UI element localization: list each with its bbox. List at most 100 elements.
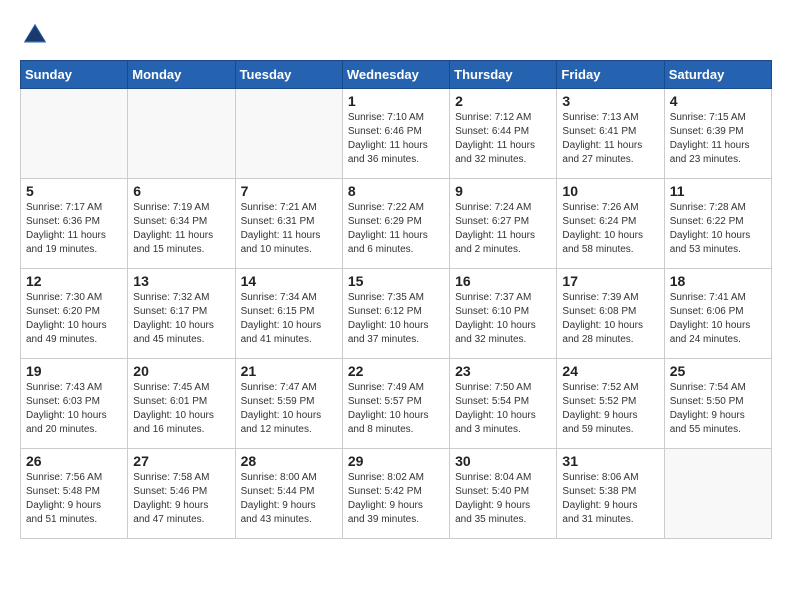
logo	[20, 20, 54, 50]
col-header-monday: Monday	[128, 61, 235, 89]
day-cell: 2 Sunrise: 7:12 AM Sunset: 6:44 PM Daylig…	[450, 89, 557, 179]
day-cell: 27 Sunrise: 7:58 AM Sunset: 5:46 PM Dayli…	[128, 449, 235, 539]
day-cell: 5 Sunrise: 7:17 AM Sunset: 6:36 PM Daylig…	[21, 179, 128, 269]
day-info: Sunrise: 7:34 AM Sunset: 6:15 PM Dayligh…	[241, 291, 337, 347]
day-number: 19	[26, 363, 122, 379]
day-info: Sunrise: 7:24 AM Sunset: 6:27 PM Dayligh…	[455, 201, 551, 257]
day-number: 14	[241, 273, 337, 289]
logo-icon	[20, 20, 50, 50]
day-cell: 24 Sunrise: 7:52 AM Sunset: 5:52 PM Dayli…	[557, 359, 664, 449]
day-cell: 3 Sunrise: 7:13 AM Sunset: 6:41 PM Daylig…	[557, 89, 664, 179]
day-info: Sunrise: 7:28 AM Sunset: 6:22 PM Dayligh…	[670, 201, 766, 257]
day-info: Sunrise: 7:45 AM Sunset: 6:01 PM Dayligh…	[133, 381, 229, 437]
day-cell	[128, 89, 235, 179]
day-cell: 31 Sunrise: 8:06 AM Sunset: 5:38 PM Dayli…	[557, 449, 664, 539]
day-number: 31	[562, 453, 658, 469]
day-cell	[21, 89, 128, 179]
day-info: Sunrise: 7:22 AM Sunset: 6:29 PM Dayligh…	[348, 201, 444, 257]
day-cell: 12 Sunrise: 7:30 AM Sunset: 6:20 PM Dayli…	[21, 269, 128, 359]
calendar-table: SundayMondayTuesdayWednesdayThursdayFrid…	[20, 60, 772, 539]
day-number: 20	[133, 363, 229, 379]
day-cell: 4Sunrise: 7:15 AM Sunset: 6:39 PM Daylig…	[664, 89, 771, 179]
day-info: Sunrise: 7:41 AM Sunset: 6:06 PM Dayligh…	[670, 291, 766, 347]
day-number: 26	[26, 453, 122, 469]
day-info: Sunrise: 8:04 AM Sunset: 5:40 PM Dayligh…	[455, 471, 551, 527]
day-info: Sunrise: 7:58 AM Sunset: 5:46 PM Dayligh…	[133, 471, 229, 527]
col-header-saturday: Saturday	[664, 61, 771, 89]
day-cell: 9 Sunrise: 7:24 AM Sunset: 6:27 PM Daylig…	[450, 179, 557, 269]
day-number: 30	[455, 453, 551, 469]
day-number: 27	[133, 453, 229, 469]
day-cell: 13Sunrise: 7:32 AM Sunset: 6:17 PM Dayli…	[128, 269, 235, 359]
day-info: Sunrise: 7:47 AM Sunset: 5:59 PM Dayligh…	[241, 381, 337, 437]
day-info: Sunrise: 7:13 AM Sunset: 6:41 PM Dayligh…	[562, 111, 658, 167]
day-number: 25	[670, 363, 766, 379]
day-cell: 17 Sunrise: 7:39 AM Sunset: 6:08 PM Dayli…	[557, 269, 664, 359]
col-header-sunday: Sunday	[21, 61, 128, 89]
day-info: Sunrise: 7:30 AM Sunset: 6:20 PM Dayligh…	[26, 291, 122, 347]
day-info: Sunrise: 8:06 AM Sunset: 5:38 PM Dayligh…	[562, 471, 658, 527]
day-cell	[235, 89, 342, 179]
col-header-friday: Friday	[557, 61, 664, 89]
day-info: Sunrise: 7:49 AM Sunset: 5:57 PM Dayligh…	[348, 381, 444, 437]
day-number: 11	[670, 183, 766, 199]
day-info: Sunrise: 7:50 AM Sunset: 5:54 PM Dayligh…	[455, 381, 551, 437]
day-number: 13	[133, 273, 229, 289]
day-cell: 7Sunrise: 7:21 AM Sunset: 6:31 PM Daylig…	[235, 179, 342, 269]
day-cell: 15 Sunrise: 7:35 AM Sunset: 6:12 PM Dayli…	[342, 269, 449, 359]
day-number: 10	[562, 183, 658, 199]
day-cell: 19 Sunrise: 7:43 AM Sunset: 6:03 PM Dayli…	[21, 359, 128, 449]
day-number: 18	[670, 273, 766, 289]
day-number: 23	[455, 363, 551, 379]
day-number: 9	[455, 183, 551, 199]
day-number: 3	[562, 93, 658, 109]
col-header-tuesday: Tuesday	[235, 61, 342, 89]
day-info: Sunrise: 7:19 AM Sunset: 6:34 PM Dayligh…	[133, 201, 229, 257]
day-number: 24	[562, 363, 658, 379]
header-row: SundayMondayTuesdayWednesdayThursdayFrid…	[21, 61, 772, 89]
day-info: Sunrise: 7:52 AM Sunset: 5:52 PM Dayligh…	[562, 381, 658, 437]
week-row-5: 26 Sunrise: 7:56 AM Sunset: 5:48 PM Dayli…	[21, 449, 772, 539]
day-cell: 6 Sunrise: 7:19 AM Sunset: 6:34 PM Daylig…	[128, 179, 235, 269]
day-cell: 22 Sunrise: 7:49 AM Sunset: 5:57 PM Dayli…	[342, 359, 449, 449]
day-info: Sunrise: 7:39 AM Sunset: 6:08 PM Dayligh…	[562, 291, 658, 347]
day-cell: 21 Sunrise: 7:47 AM Sunset: 5:59 PM Dayli…	[235, 359, 342, 449]
day-info: Sunrise: 7:17 AM Sunset: 6:36 PM Dayligh…	[26, 201, 122, 257]
day-info: Sunrise: 8:02 AM Sunset: 5:42 PM Dayligh…	[348, 471, 444, 527]
day-number: 17	[562, 273, 658, 289]
week-row-2: 5 Sunrise: 7:17 AM Sunset: 6:36 PM Daylig…	[21, 179, 772, 269]
day-number: 22	[348, 363, 444, 379]
day-cell: 29Sunrise: 8:02 AM Sunset: 5:42 PM Dayli…	[342, 449, 449, 539]
day-info: Sunrise: 7:26 AM Sunset: 6:24 PM Dayligh…	[562, 201, 658, 257]
week-row-1: 1 Sunrise: 7:10 AM Sunset: 6:46 PM Daylig…	[21, 89, 772, 179]
day-info: Sunrise: 7:35 AM Sunset: 6:12 PM Dayligh…	[348, 291, 444, 347]
day-cell: 25 Sunrise: 7:54 AM Sunset: 5:50 PM Dayli…	[664, 359, 771, 449]
day-cell: 23 Sunrise: 7:50 AM Sunset: 5:54 PM Dayli…	[450, 359, 557, 449]
day-info: Sunrise: 7:56 AM Sunset: 5:48 PM Dayligh…	[26, 471, 122, 527]
day-number: 16	[455, 273, 551, 289]
day-cell: 10 Sunrise: 7:26 AM Sunset: 6:24 PM Dayli…	[557, 179, 664, 269]
day-number: 8	[348, 183, 444, 199]
day-number: 1	[348, 93, 444, 109]
day-cell: 26 Sunrise: 7:56 AM Sunset: 5:48 PM Dayli…	[21, 449, 128, 539]
day-number: 12	[26, 273, 122, 289]
day-cell: 30 Sunrise: 8:04 AM Sunset: 5:40 PM Dayli…	[450, 449, 557, 539]
day-number: 15	[348, 273, 444, 289]
day-number: 4	[670, 93, 766, 109]
day-info: Sunrise: 7:10 AM Sunset: 6:46 PM Dayligh…	[348, 111, 444, 167]
day-number: 28	[241, 453, 337, 469]
day-info: Sunrise: 7:54 AM Sunset: 5:50 PM Dayligh…	[670, 381, 766, 437]
day-number: 5	[26, 183, 122, 199]
day-info: Sunrise: 7:12 AM Sunset: 6:44 PM Dayligh…	[455, 111, 551, 167]
day-cell: 1 Sunrise: 7:10 AM Sunset: 6:46 PM Daylig…	[342, 89, 449, 179]
day-number: 6	[133, 183, 229, 199]
day-number: 2	[455, 93, 551, 109]
day-info: Sunrise: 7:43 AM Sunset: 6:03 PM Dayligh…	[26, 381, 122, 437]
col-header-thursday: Thursday	[450, 61, 557, 89]
day-cell: 14 Sunrise: 7:34 AM Sunset: 6:15 PM Dayli…	[235, 269, 342, 359]
col-header-wednesday: Wednesday	[342, 61, 449, 89]
day-number: 7	[241, 183, 337, 199]
day-cell	[664, 449, 771, 539]
day-cell: 16Sunrise: 7:37 AM Sunset: 6:10 PM Dayli…	[450, 269, 557, 359]
day-number: 21	[241, 363, 337, 379]
